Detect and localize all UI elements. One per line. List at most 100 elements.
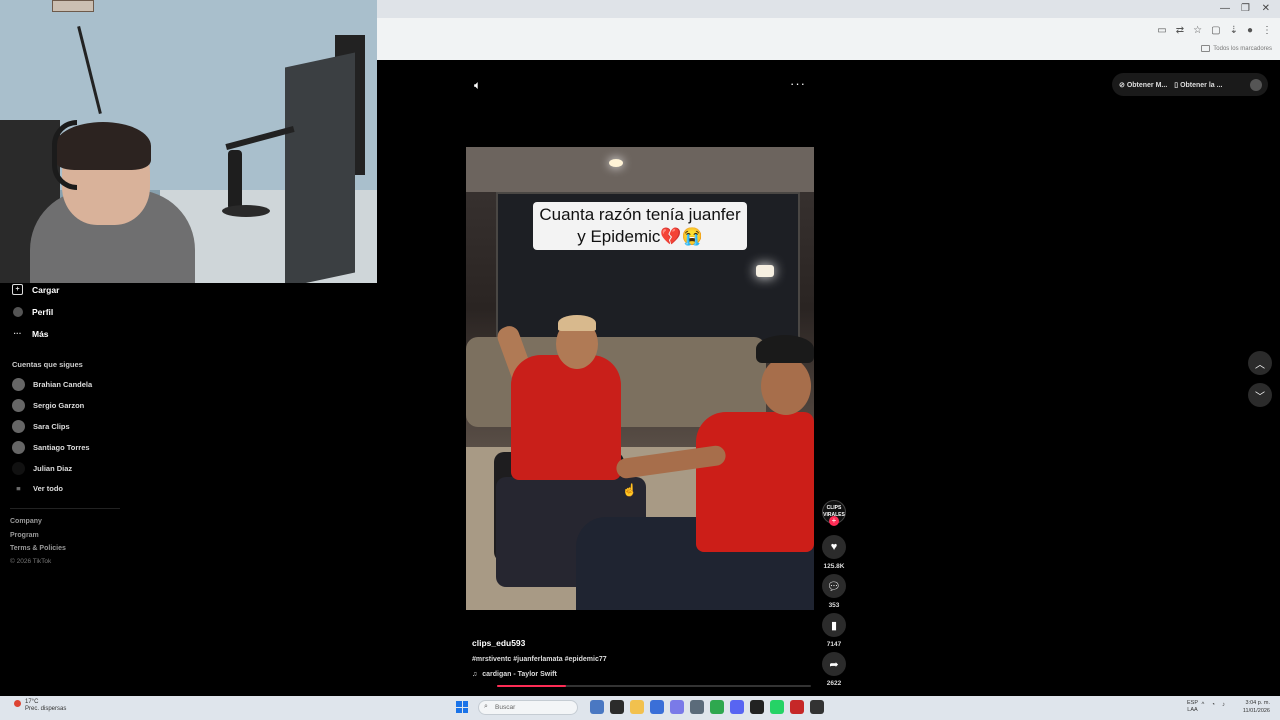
- share-count: 2622: [826, 680, 842, 687]
- file-explorer-icon[interactable]: [630, 700, 644, 714]
- lang-line-2: LAA: [1187, 707, 1198, 713]
- following-title: Cuentas que sigues: [12, 360, 83, 369]
- avatar: [12, 441, 25, 454]
- nav-more[interactable]: ··· Más: [12, 328, 49, 339]
- previous-video-button[interactable]: ︿: [1248, 351, 1272, 375]
- ext-button-2-label: Obtener la ...: [1180, 81, 1223, 89]
- language-indicator[interactable]: ESP LAA: [1187, 700, 1198, 714]
- weather-temp: 17°C: [25, 699, 39, 705]
- avatar: [12, 399, 25, 412]
- menu-icon[interactable]: ⋮: [1262, 25, 1272, 36]
- minimize-icon[interactable]: —: [1220, 3, 1230, 14]
- share-icon: ➦: [829, 658, 839, 671]
- following-name: Santiago Torres: [33, 443, 90, 452]
- maximize-icon[interactable]: ❐: [1241, 3, 1250, 14]
- whatsapp-icon[interactable]: [770, 700, 784, 714]
- comment-button[interactable]: 💬︎: [822, 574, 846, 598]
- extensions-icon[interactable]: ▢: [1211, 25, 1220, 36]
- hashtags[interactable]: #mrstiventc #juanferlamata #epidemic77: [472, 656, 607, 663]
- following-item[interactable]: Sara Clips: [12, 420, 70, 433]
- footer-link-program[interactable]: Program: [10, 532, 39, 539]
- video-caption-text: Cuanta razón tenía juanfer y Epidemic💔😭: [533, 202, 747, 250]
- weather-icon: [14, 700, 21, 707]
- clock-time: 3:04 p. m.: [1245, 700, 1270, 706]
- video-caption-overlay: Cuanta razón tenía juanfer y Epidemic💔😭: [466, 202, 814, 250]
- following-name: Julian Diaz: [33, 464, 73, 473]
- volume-icon[interactable]: ♪: [1222, 702, 1225, 708]
- search-placeholder: Buscar: [495, 704, 516, 711]
- discord-icon[interactable]: [730, 700, 744, 714]
- more-options-icon[interactable]: ···: [790, 76, 806, 91]
- widgets-app-icon[interactable]: [590, 700, 604, 714]
- like-button[interactable]: ♥: [822, 535, 846, 559]
- following-name: Brahian Candela: [33, 380, 93, 389]
- progress-bar[interactable]: [497, 685, 811, 687]
- music-label: cardigan - Taylor Swift: [482, 671, 557, 678]
- copyright: © 2026 TikTok: [10, 558, 52, 565]
- terminal-icon[interactable]: [810, 700, 824, 714]
- app-icon[interactable]: [670, 700, 684, 714]
- download-icon[interactable]: ⇣: [1230, 25, 1238, 36]
- taskbar-apps: [590, 700, 824, 714]
- avatar[interactable]: [1250, 78, 1262, 91]
- caption-line-2: y Epidemic💔😭: [577, 227, 703, 246]
- nav-upload[interactable]: + Cargar: [12, 284, 59, 295]
- app-icon[interactable]: [790, 700, 804, 714]
- video-player[interactable]: Cuanta razón tenía juanfer y Epidemic💔😭: [466, 147, 814, 610]
- following-item[interactable]: Brahian Candela: [12, 378, 92, 391]
- next-video-button[interactable]: ﹀: [1248, 383, 1272, 407]
- see-all-link[interactable]: ≡ Ver todo: [12, 484, 63, 493]
- close-icon[interactable]: ✕: [1262, 3, 1270, 14]
- task-view-icon[interactable]: [610, 700, 624, 714]
- store-icon[interactable]: [650, 700, 664, 714]
- app-icon[interactable]: [690, 700, 704, 714]
- monitor-icon[interactable]: ▭: [1157, 25, 1166, 36]
- author-username[interactable]: clips_edu593: [472, 638, 525, 648]
- save-count: 7147: [826, 641, 842, 648]
- follow-plus-icon[interactable]: +: [829, 516, 839, 526]
- following-item[interactable]: Santiago Torres: [12, 441, 90, 454]
- ext-button-1[interactable]: ⊘ Obtener M...: [1119, 81, 1167, 89]
- lang-line-1: ESP: [1186, 700, 1198, 706]
- clock[interactable]: 3:04 p. m. 11/01/2026: [1243, 699, 1270, 715]
- like-count: 125.8K: [823, 563, 845, 570]
- hand-cursor-icon: ☝: [622, 483, 637, 497]
- nav-more-label: Más: [32, 328, 49, 339]
- volume-icon[interactable]: 🔈︎: [474, 78, 481, 93]
- footer-link-company[interactable]: Company: [10, 518, 42, 525]
- save-button[interactable]: ▮: [822, 613, 846, 637]
- weather-desc: Prec. dispersas: [25, 706, 67, 712]
- avatar: [12, 378, 25, 391]
- following-item[interactable]: Sergio Garzon: [12, 399, 84, 412]
- avatar: [12, 462, 25, 475]
- profile-icon: [12, 306, 23, 317]
- weather-widget[interactable]: 17°C Prec. dispersas: [25, 699, 66, 713]
- share-button[interactable]: ➦: [822, 652, 846, 676]
- ext-button-2[interactable]: ▯ Obtener la ...: [1174, 81, 1222, 89]
- obs-icon[interactable]: [750, 700, 764, 714]
- taskbar-search[interactable]: ⌕ Buscar: [478, 700, 578, 715]
- footer-link-terms[interactable]: Terms & Policies: [10, 545, 66, 552]
- chrome-icon[interactable]: [710, 700, 724, 714]
- progress-fill: [497, 685, 567, 687]
- profile-icon[interactable]: ●: [1247, 25, 1253, 36]
- bookmarks-label: Todos los marcadores: [1213, 45, 1272, 52]
- star-icon[interactable]: ☆: [1193, 25, 1202, 36]
- clock-date: 11/01/2026: [1242, 708, 1270, 714]
- nav-profile[interactable]: Perfil: [12, 306, 53, 317]
- folder-icon: [1201, 45, 1211, 52]
- comment-icon: 💬︎: [827, 580, 841, 593]
- following-item[interactable]: Julian Diaz: [12, 462, 72, 475]
- network-icon[interactable]: ◔: [1211, 702, 1215, 708]
- divider: [10, 508, 120, 509]
- music-info[interactable]: ♫ cardigan - Taylor Swift: [472, 671, 557, 678]
- following-name: Sergio Garzon: [33, 401, 85, 410]
- all-bookmarks[interactable]: Todos los marcadores: [1201, 45, 1272, 52]
- windows-start-icon[interactable]: [456, 701, 468, 713]
- bookmark-icon: ▮: [830, 619, 838, 632]
- translate-icon[interactable]: ⇄: [1176, 25, 1184, 36]
- chevron-up-icon[interactable]: ^: [1202, 702, 1205, 708]
- music-note-icon: ♫: [472, 671, 478, 678]
- chevron-down-icon: ﹀: [1255, 391, 1265, 403]
- browser-chrome: — ❐ ✕ ▭ ⇄ ☆ ▢ ⇣ ● ⋮ Todos los marcadores: [377, 0, 1280, 60]
